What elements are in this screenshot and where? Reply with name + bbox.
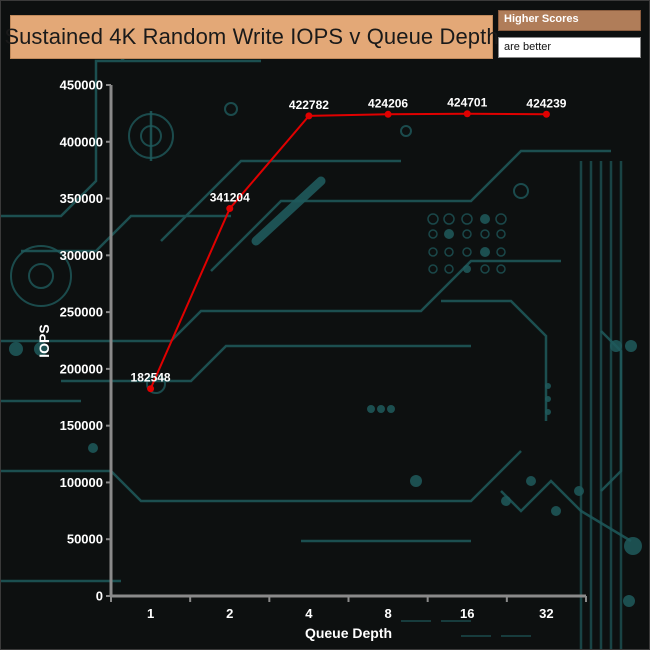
data-label: 424701: [447, 96, 487, 110]
y-axis-title: IOPS: [36, 324, 52, 357]
y-tick-label: 150000: [60, 418, 103, 433]
y-tick-label: 300000: [60, 248, 103, 263]
data-label: 424206: [368, 96, 408, 110]
data-points: [147, 110, 550, 393]
y-tick-label: 450000: [60, 78, 103, 93]
data-point: [542, 110, 550, 118]
data-label: 341204: [210, 191, 250, 205]
y-tick-label: 100000: [60, 475, 103, 490]
data-labels: 182548 341204 422782 424206 424701 424239: [131, 96, 567, 385]
y-tick-label: 200000: [60, 361, 103, 376]
line-chart: 0 50000 100000 150000 200000 250000 300000 3500…: [36, 78, 587, 641]
x-tick-label: 32: [539, 606, 553, 621]
x-axis-ticks: 1 2 4 8 16 32: [110, 596, 587, 621]
data-point: [226, 205, 234, 213]
data-label: 424239: [526, 96, 566, 110]
series-line: [149, 112, 547, 390]
data-point: [305, 112, 313, 120]
x-tick-label: 1: [147, 606, 154, 621]
y-tick-label: 250000: [60, 305, 103, 320]
y-tick-label: 400000: [60, 134, 103, 149]
data-point: [463, 110, 471, 118]
data-point: [384, 110, 392, 118]
chart-frame: Sustained 4K Random Write IOPS v Queue D…: [0, 0, 650, 650]
data-label: 422782: [289, 98, 329, 112]
data-point: [147, 385, 155, 393]
y-tick-label: 50000: [67, 532, 103, 547]
x-tick-label: 4: [305, 606, 313, 621]
y-tick-label: 0: [96, 589, 103, 604]
data-label: 182548: [131, 371, 171, 385]
y-axis-ticks: 0 50000 100000 150000 200000 250000 300000 3500…: [60, 78, 111, 604]
x-tick-label: 2: [226, 606, 233, 621]
x-axis-title: Queue Depth: [305, 625, 392, 641]
x-tick-label: 8: [384, 606, 391, 621]
y-tick-label: 350000: [60, 191, 103, 206]
x-tick-label: 16: [460, 606, 474, 621]
